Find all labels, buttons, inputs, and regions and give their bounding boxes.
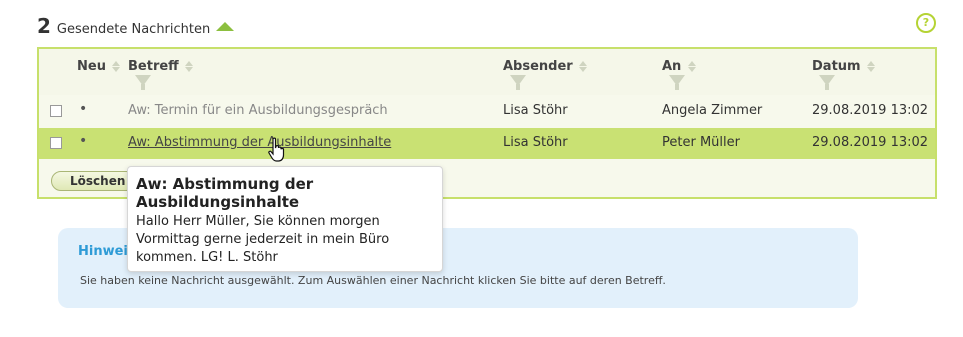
filter-icon[interactable]: [819, 75, 835, 90]
column-neu[interactable]: Neu: [77, 59, 121, 74]
recipient-cell: Peter Müller: [662, 135, 740, 150]
tooltip-title: Aw: Abstimmung der Ausbildungsinhalte: [136, 175, 314, 211]
sort-icon[interactable]: [867, 61, 876, 72]
sender-cell: Lisa Stöhr: [503, 103, 568, 118]
filter-icon[interactable]: [510, 75, 526, 90]
table-row[interactable]: • Aw: Termin für ein Ausbildungsgespräch…: [39, 96, 935, 127]
tooltip-body: Hallo Herr Müller, Sie können morgen Vor…: [136, 214, 390, 265]
hand-cursor-icon: [268, 137, 285, 162]
column-datum[interactable]: Datum: [812, 59, 876, 74]
sender-cell: Lisa Stöhr: [503, 135, 568, 150]
new-marker: •: [79, 133, 88, 149]
sort-icon[interactable]: [579, 61, 588, 72]
hint-text: Sie haben keine Nachricht ausgewählt. Zu…: [80, 274, 666, 287]
row-checkbox[interactable]: [50, 105, 62, 117]
collapse-arrow-icon[interactable]: [216, 22, 235, 31]
sort-icon[interactable]: [112, 61, 121, 72]
column-an[interactable]: An: [662, 59, 696, 74]
subject-link[interactable]: Aw: Termin für ein Ausbildungsgespräch: [128, 103, 388, 118]
filter-icon[interactable]: [669, 75, 685, 90]
column-betreff-label: Betreff: [128, 59, 179, 74]
recipient-cell: Angela Zimmer: [662, 103, 763, 118]
new-marker: •: [79, 101, 88, 117]
subject-link[interactable]: Aw: Abstimmung der Ausbildungsinhalte: [128, 135, 391, 150]
date-cell: 29.08.2019 13:02: [812, 135, 929, 150]
row-checkbox[interactable]: [50, 137, 62, 149]
column-neu-label: Neu: [77, 59, 106, 74]
column-an-label: An: [662, 59, 682, 74]
sort-icon[interactable]: [185, 61, 194, 72]
message-preview-tooltip: Aw: Abstimmung der Ausbildungsinhalte Ha…: [127, 166, 443, 272]
help-icon[interactable]: ?: [916, 13, 936, 33]
mailbox-header: 2 Gesendete Nachrichten: [37, 14, 235, 44]
column-absender[interactable]: Absender: [503, 59, 588, 74]
page-title: Gesendete Nachrichten: [56, 22, 211, 37]
message-count: 2: [37, 14, 51, 38]
column-betreff[interactable]: Betreff: [128, 59, 194, 74]
table-row[interactable]: • Aw: Abstimmung der Ausbildungsinhalte …: [39, 128, 935, 159]
delete-button[interactable]: Löschen: [51, 171, 137, 191]
sort-icon[interactable]: [687, 61, 696, 72]
filter-icon[interactable]: [135, 75, 151, 90]
column-absender-label: Absender: [503, 59, 573, 74]
table-header: Neu Betreff Absender An Datum: [39, 49, 935, 95]
date-cell: 29.08.2019 13:02: [812, 103, 929, 118]
column-datum-label: Datum: [812, 59, 861, 74]
